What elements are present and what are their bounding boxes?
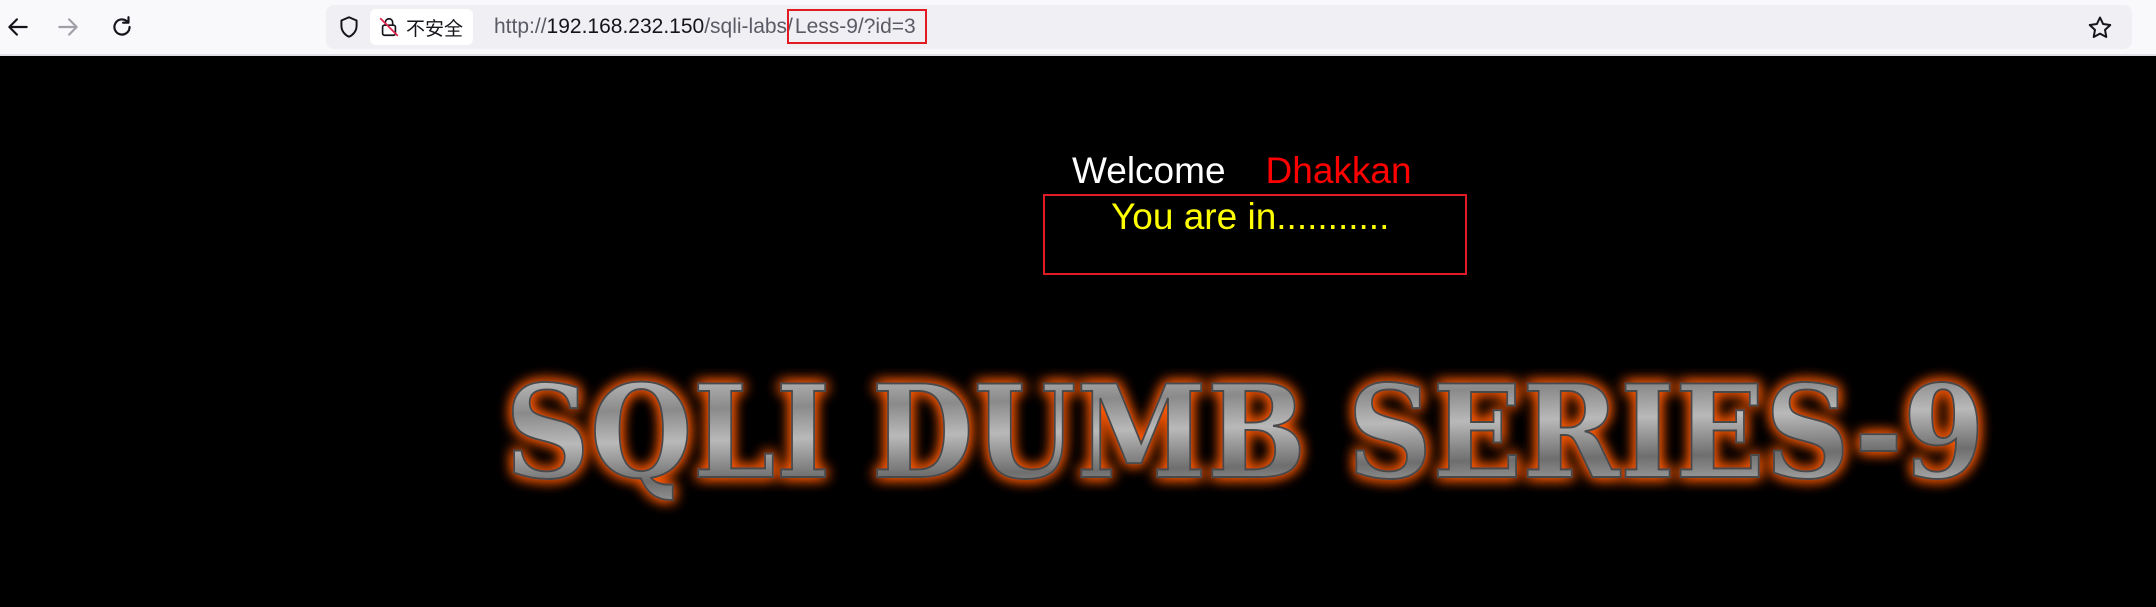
connection-security-indicator[interactable]: 不安全 [370, 9, 474, 45]
page-content: Welcome Dhakkan You are in........... SQ… [0, 56, 2156, 607]
bookmark-star-icon[interactable] [2086, 14, 2114, 42]
url-text[interactable]: http://192.168.232.150/sqli-labs/Less-9/… [494, 9, 927, 44]
forward-button[interactable] [50, 9, 86, 45]
reload-button[interactable] [104, 9, 140, 45]
url-host: 192.168.232.150 [546, 15, 705, 38]
back-icon [8, 18, 28, 36]
welcome-label: Welcome [1072, 150, 1226, 191]
banner-text: SQLI DUMB SERIES-9 [505, 358, 1985, 508]
reload-icon [113, 16, 131, 36]
sqli-dumb-series-banner: SQLI DUMB SERIES-9 [504, 357, 1986, 509]
forward-icon [58, 18, 78, 36]
address-bar[interactable]: 不安全 http://192.168.232.150/sqli-labs/Les… [326, 5, 2132, 49]
url-scheme: http:// [494, 15, 547, 38]
back-button[interactable] [0, 9, 36, 45]
user-name: Dhakkan [1265, 150, 1412, 191]
result-highlight-box: You are in........... [1043, 194, 1467, 275]
url-path: /sqli-labs/ [704, 15, 793, 38]
welcome-line: Welcome Dhakkan [1072, 150, 1412, 192]
url-query-highlight: Less-9/?id=3 [786, 9, 927, 44]
query-result-text: You are in........... [1111, 196, 1390, 237]
browser-toolbar: 不安全 http://192.168.232.150/sqli-labs/Les… [0, 0, 2156, 56]
security-label: 不安全 [406, 17, 464, 40]
shield-icon[interactable] [336, 14, 362, 40]
not-secure-lock-icon [379, 17, 399, 37]
